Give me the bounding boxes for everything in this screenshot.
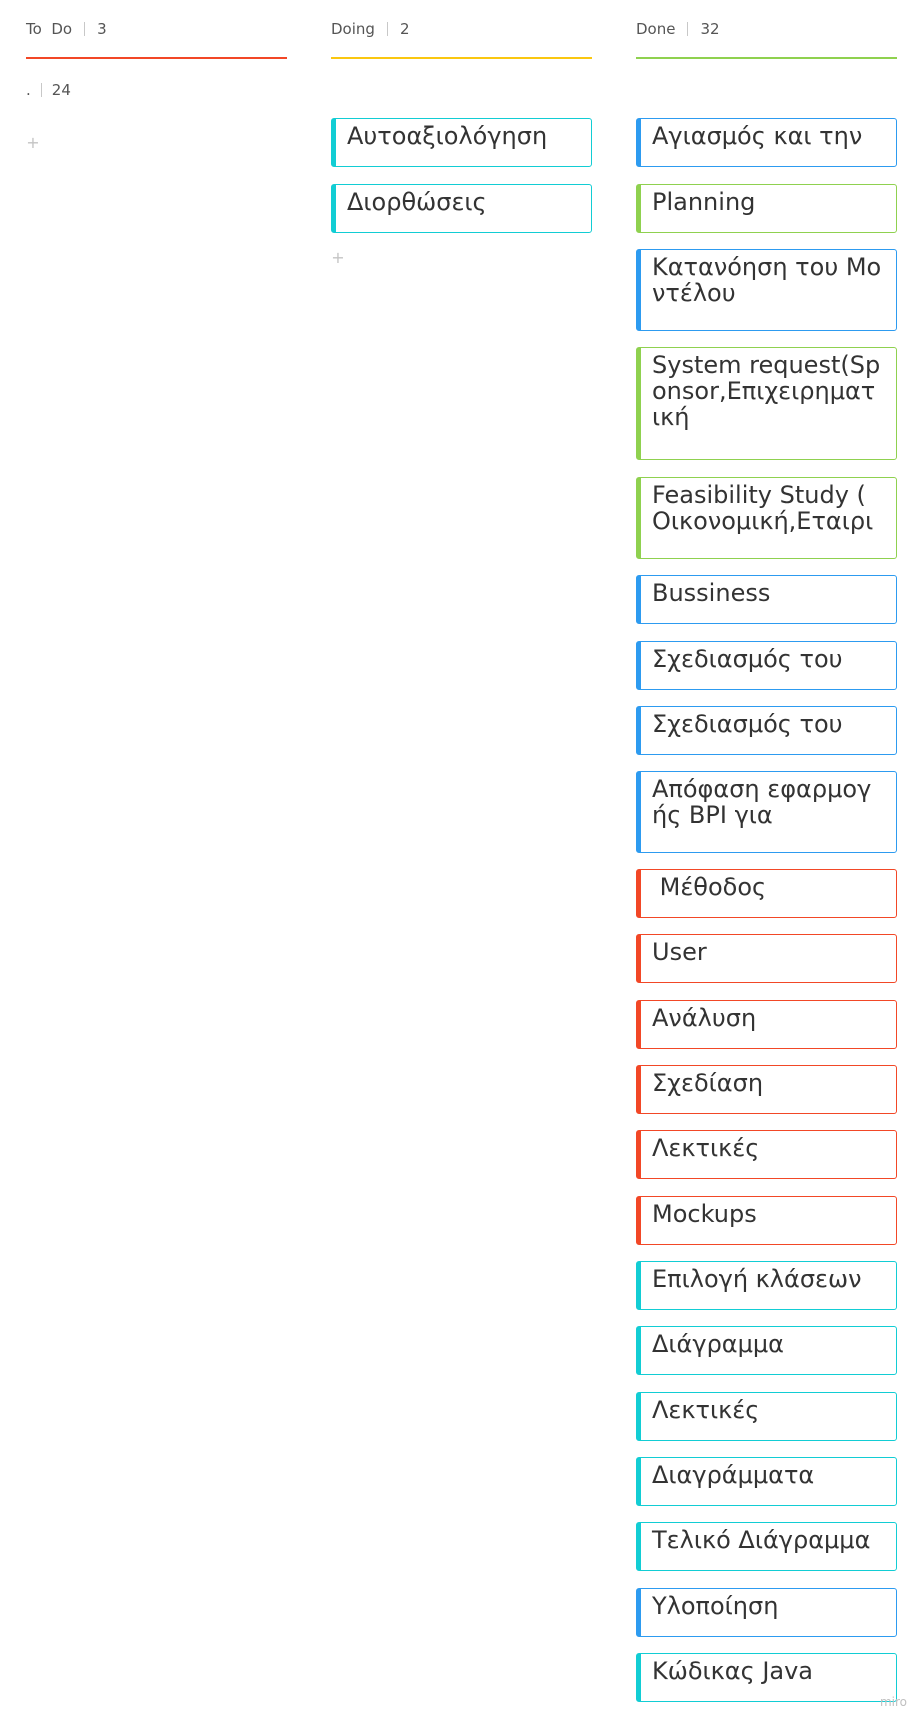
column-line-doing [331,57,592,59]
card[interactable]: Αυτοαξιολόγηση [331,118,592,167]
card[interactable]: Αγιασμός και την [636,118,897,167]
card[interactable]: Σχεδίαση [636,1065,897,1114]
card-text: Αγιασμός και την [652,122,863,150]
column-count-done: 32 [700,20,720,38]
card[interactable]: Διαγράμματα [636,1457,897,1506]
card-text: Planning [652,188,756,216]
card[interactable]: Mockups [636,1196,897,1245]
card-text: Bussiness [652,579,771,607]
column-line-done [636,57,897,59]
card[interactable]: Λεκτικές [636,1392,897,1441]
subgroup-separator [40,83,42,97]
card-text: Διαγράμματα [652,1461,815,1489]
card-text: Mockups [652,1200,757,1228]
card[interactable]: Bussiness [636,575,897,624]
miro-logo: miro [879,1695,907,1709]
card[interactable]: Κώδικας Java [636,1653,897,1702]
card-text: Ανάλυση [652,1004,757,1032]
card[interactable]: Διορθώσεις [331,184,592,233]
column-line-todo [26,57,287,59]
column-header-done[interactable]: Done 32 [636,18,720,40]
card[interactable]: Μέθοδος [636,869,897,918]
card[interactable]: System request(Sponsor,Επιχειρηματική [636,347,897,460]
card-text: Αυτοαξιολόγηση [347,122,548,150]
column-title-doing: Doing [331,20,375,38]
card-text: Μέθοδος [652,873,767,901]
card-text: System request(Sponsor,Επιχειρηματική [652,351,881,431]
card-text: Διάγραμμα [652,1330,784,1358]
card[interactable]: Επιλογή κλάσεων [636,1261,897,1310]
subgroup-title: . [26,81,31,99]
card-text: Υλοποίηση [652,1592,779,1620]
card[interactable]: Κατανόηση του Μοντέλου [636,249,897,331]
card[interactable]: Τελικό Διάγραμμα [636,1522,897,1571]
card[interactable]: User [636,934,897,983]
card-text: Κώδικας Java [652,1657,814,1685]
column-header-doing[interactable]: Doing 2 [331,18,409,40]
card-text: Διορθώσεις [347,188,487,216]
card-text: Feasibility Study ( Οικονομική,Εταιρι [652,481,874,535]
card-text: Σχεδιασμός του [652,645,843,673]
card-text: Επιλογή κλάσεων [652,1265,862,1293]
card[interactable]: Σχεδιασμός του [636,706,897,755]
card[interactable]: Planning [636,184,897,233]
card[interactable]: Σχεδιασμός του [636,641,897,690]
add-card-icon[interactable]: + [331,250,345,266]
subgroup-count: 24 [51,81,71,99]
column-title-todo: To Do [26,20,73,38]
column-count-todo: 3 [97,20,107,38]
card[interactable]: Ανάλυση [636,1000,897,1049]
card-text: Τελικό Διάγραμμα [652,1526,871,1554]
column-header-todo[interactable]: To Do 3 [26,18,107,40]
card[interactable]: Απόφαση εφαρμογής BPI για [636,771,897,853]
header-separator [84,22,86,36]
card[interactable]: Διάγραμμα [636,1326,897,1375]
card-text: Σχεδιασμός του [652,710,843,738]
column-title-done: Done [636,20,676,38]
subgroup-header[interactable]: . 24 [26,79,71,101]
card-text: Λεκτικές [652,1396,760,1424]
card[interactable]: Υλοποίηση [636,1588,897,1637]
header-separator [687,22,689,36]
card-text: Κατανόηση του Μοντέλου [652,253,882,307]
header-separator [386,22,388,36]
add-card-icon[interactable]: + [26,135,40,151]
card-text: User [652,938,707,966]
card-text: Σχεδίαση [652,1069,764,1097]
card-text: Απόφαση εφαρμογής BPI για [652,775,872,829]
column-count-doing: 2 [399,20,410,38]
card[interactable]: Λεκτικές [636,1130,897,1179]
card[interactable]: Feasibility Study ( Οικονομική,Εταιρι [636,477,897,559]
card-text: Λεκτικές [652,1134,760,1162]
